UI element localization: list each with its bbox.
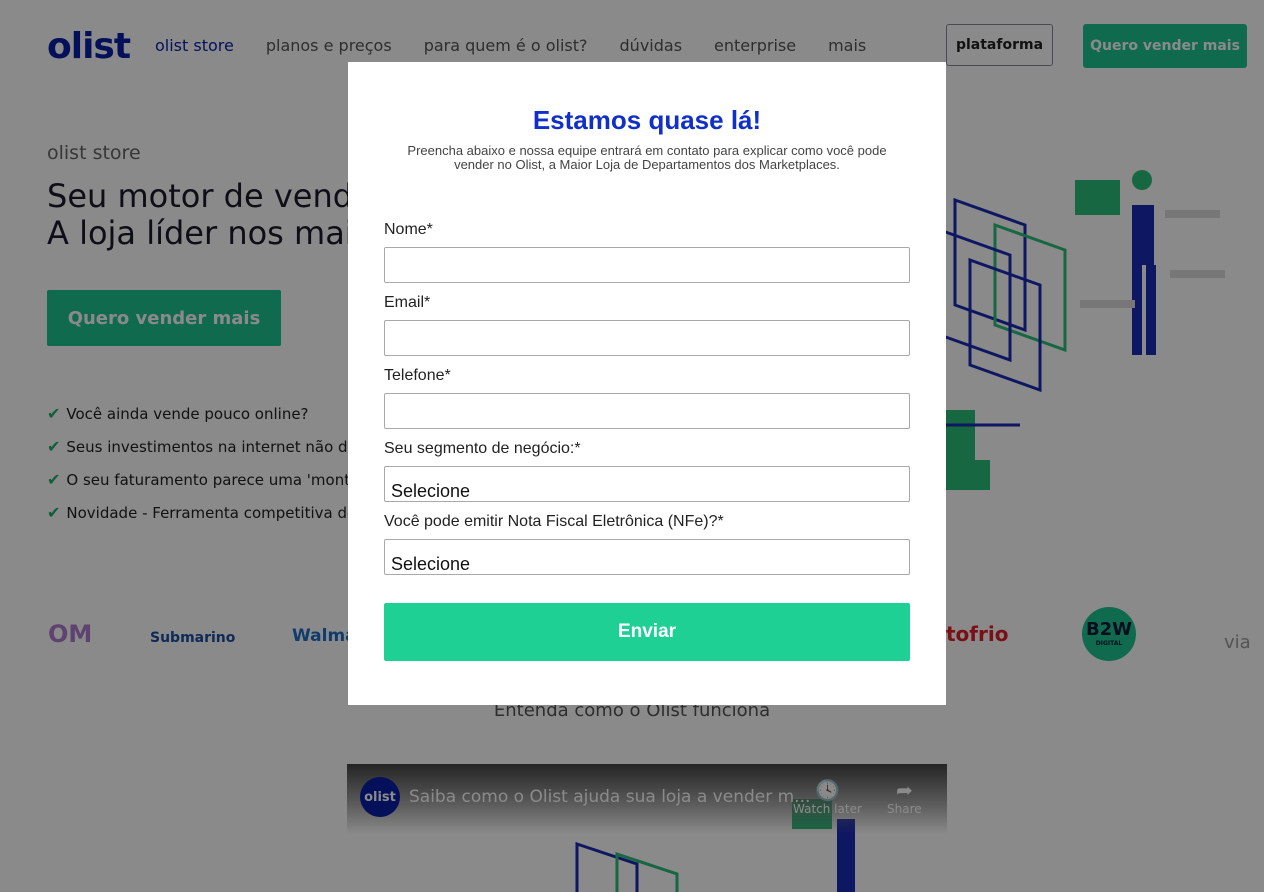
segment-label: Seu segmento de negócio:*	[384, 440, 581, 457]
nfe-select[interactable]: Selecione	[384, 539, 910, 575]
name-input[interactable]	[384, 247, 910, 283]
segment-select[interactable]: Selecione	[384, 466, 910, 502]
phone-label: Telefone*	[384, 367, 451, 384]
name-label: Nome*	[384, 221, 433, 238]
modal-subtitle: Preencha abaixo e nossa equipe entrará e…	[407, 143, 887, 172]
email-label: Email*	[384, 294, 431, 311]
phone-input[interactable]	[384, 393, 910, 429]
nfe-label: Você pode emitir Nota Fiscal Eletrônica …	[384, 513, 724, 530]
email-input[interactable]	[384, 320, 910, 356]
submit-button[interactable]: Enviar	[384, 603, 910, 661]
lead-form-modal: Estamos quase lá! Preencha abaixo e noss…	[348, 62, 946, 705]
modal-title: Estamos quase lá!	[532, 105, 762, 135]
